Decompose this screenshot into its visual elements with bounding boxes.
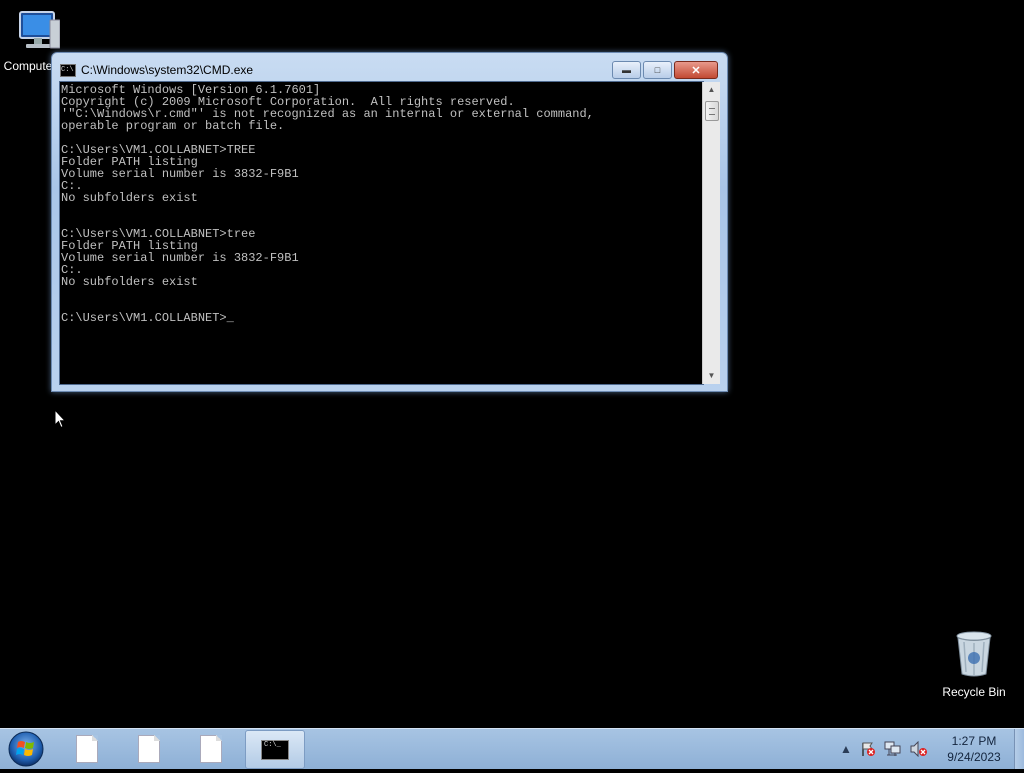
- start-button[interactable]: [6, 730, 46, 768]
- cmd-window[interactable]: C:\ C:\Windows\system32\CMD.exe ▬ □ ✕ Mi…: [51, 52, 728, 392]
- cmd-icon-text: C:\_: [264, 740, 281, 749]
- console-line: Volume serial number is 3832-F9B1: [61, 251, 299, 265]
- console-output: Microsoft Windows [Version 6.1.7601] Cop…: [61, 84, 594, 324]
- cmd-icon: C:\_: [261, 739, 289, 760]
- close-icon: ✕: [691, 64, 701, 77]
- scroll-down-arrow-icon[interactable]: ▼: [703, 368, 720, 384]
- system-tray: ▲: [840, 729, 928, 769]
- title-bar[interactable]: C:\ C:\Windows\system32\CMD.exe: [60, 61, 617, 79]
- console-line: No subfolders exist: [61, 275, 198, 289]
- recycle-bin-label: Recycle Bin: [942, 685, 1006, 699]
- console-line: operable program or batch file.: [61, 119, 285, 133]
- windows-start-icon: [8, 731, 44, 767]
- maximize-icon: □: [654, 65, 661, 75]
- show-hidden-icons-icon[interactable]: ▲: [840, 742, 852, 756]
- clock-time: 1:27 PM: [951, 734, 997, 748]
- computer-icon: [19, 11, 60, 49]
- desktop-icon-recycle-bin[interactable]: Recycle Bin: [938, 630, 1010, 699]
- mouse-pointer-icon: [54, 409, 66, 429]
- recycle-bin-icon: [956, 631, 992, 677]
- taskbar-item-document-3[interactable]: [182, 730, 240, 767]
- taskbar-item-document-1[interactable]: [58, 730, 116, 767]
- taskbar-item-cmd[interactable]: C:\_: [245, 730, 305, 769]
- scroll-up-arrow-icon[interactable]: ▲: [703, 82, 720, 98]
- console-line: Volume serial number is 3832-F9B1: [61, 167, 299, 181]
- document-icon: [138, 734, 160, 763]
- window-title: C:\Windows\system32\CMD.exe: [81, 63, 254, 77]
- clock-date: 9/24/2023: [947, 750, 1001, 764]
- volume-muted-icon[interactable]: [910, 741, 928, 757]
- vertical-scrollbar[interactable]: ▲ ▼: [702, 82, 720, 384]
- network-icon[interactable]: [884, 741, 902, 757]
- taskbar-item-document-2[interactable]: [120, 730, 178, 767]
- minimize-button[interactable]: ▬: [612, 61, 641, 79]
- document-icon: [200, 734, 222, 763]
- document-icon: [76, 734, 98, 763]
- taskbar: C:\_ ▲ 1:27 PM 9/24/2023: [0, 728, 1024, 769]
- minimize-icon: ▬: [622, 65, 631, 75]
- show-desktop-button[interactable]: [1014, 729, 1024, 769]
- console-line: C:\Users\VM1.COLLABNET>_: [61, 311, 234, 325]
- console-area[interactable]: Microsoft Windows [Version 6.1.7601] Cop…: [59, 81, 720, 385]
- console-line: No subfolders exist: [61, 191, 198, 205]
- scroll-thumb[interactable]: [705, 101, 719, 121]
- clock[interactable]: 1:27 PM 9/24/2023: [938, 733, 1010, 765]
- action-center-icon[interactable]: [860, 741, 876, 757]
- maximize-button[interactable]: □: [643, 61, 672, 79]
- cmd-window-icon: C:\: [60, 63, 76, 77]
- close-button[interactable]: ✕: [674, 61, 718, 79]
